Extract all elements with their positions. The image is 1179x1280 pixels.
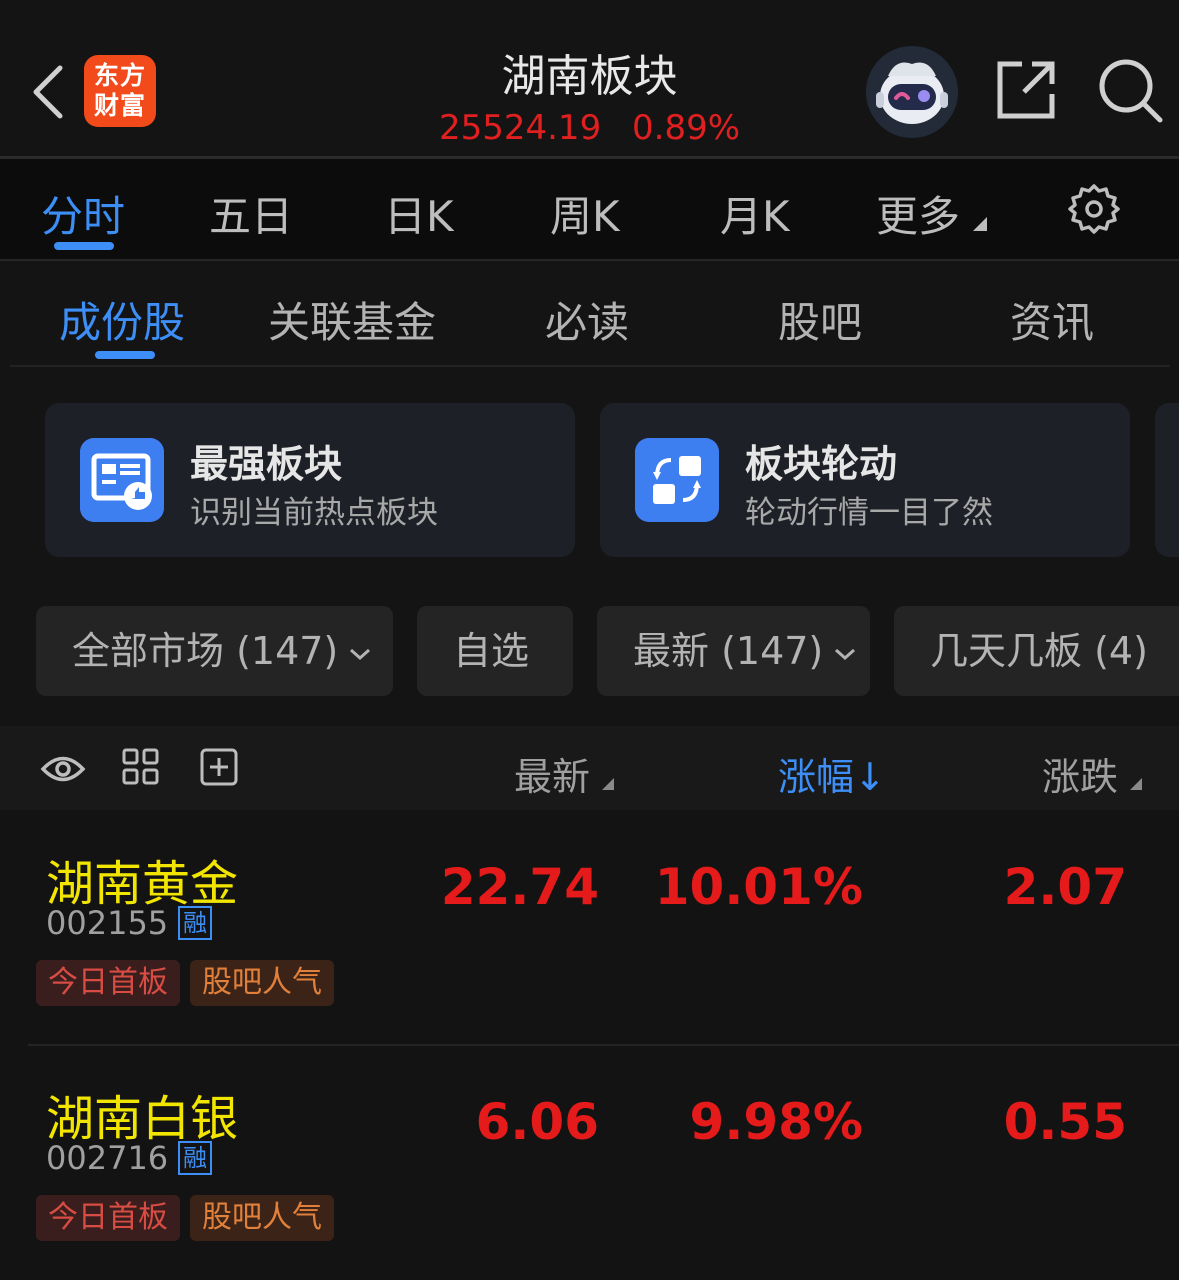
change-amount: 0.55	[1003, 1093, 1127, 1151]
sector-rotation-card[interactable]: 板块轮动 轮动行情一目了然	[600, 403, 1130, 557]
top-bar: 东方 财富 湖南板块 25524.19 0.89%	[0, 0, 1179, 158]
filter-label: 几天几板 (4)	[930, 629, 1148, 673]
content-tab-divider	[10, 365, 1170, 367]
tab-must-read[interactable]: 必读	[545, 289, 629, 350]
strongest-sector-card[interactable]: 最强板块 识别当前热点板块	[45, 403, 575, 557]
tab-intraday[interactable]: 分时	[41, 183, 125, 244]
tag-first-board[interactable]: 今日首板	[36, 960, 180, 1006]
column-change[interactable]: 涨跌	[1042, 746, 1143, 801]
chevron-down-icon	[835, 648, 856, 660]
tag-forum-popular[interactable]: 股吧人气	[190, 960, 334, 1006]
tag-forum-popular[interactable]: 股吧人气	[190, 1195, 334, 1241]
margin-badge: 融	[178, 906, 212, 940]
filter-all-markets[interactable]: 全部市场 (147)	[36, 606, 393, 696]
next-card-peek[interactable]	[1155, 403, 1179, 557]
stock-code: 002155	[46, 904, 169, 942]
change-amount: 2.07	[1003, 858, 1127, 916]
tab-constituents[interactable]: 成份股	[59, 289, 185, 350]
table-row[interactable]: 湖南黄金 002155 融 今日首板 股吧人气 22.74 10.01% 2.0…	[0, 812, 1179, 1046]
column-change-label: 涨跌	[1042, 755, 1119, 799]
filter-watchlist[interactable]: 自选	[417, 606, 573, 696]
card-title: 最强板块	[190, 442, 343, 486]
column-change-percent[interactable]: 涨幅↓	[778, 746, 886, 801]
margin-badge: 融	[178, 1141, 212, 1175]
add-watchlist-icon[interactable]	[200, 748, 238, 786]
index-change: 0.89%	[632, 108, 741, 148]
column-latest-label: 最新	[514, 755, 591, 799]
latest-price: 22.74	[440, 858, 599, 916]
tab-more-label: 更多	[876, 192, 961, 241]
table-header: 最新 涨幅↓ 涨跌	[0, 726, 1179, 810]
robot-assistant-icon[interactable]	[866, 46, 958, 138]
tab-forum[interactable]: 股吧	[778, 289, 862, 350]
filter-label: 自选	[453, 629, 530, 673]
settings-gear-icon[interactable]	[1068, 183, 1120, 235]
filter-latest[interactable]: 最新 (147)	[597, 606, 870, 696]
change-percent: 10.01%	[654, 858, 863, 916]
sector-rotation-icon	[635, 438, 719, 522]
active-tab-indicator	[54, 242, 114, 250]
latest-price: 6.06	[475, 1093, 599, 1151]
share-icon[interactable]	[994, 58, 1058, 122]
active-content-tab-indicator	[95, 351, 155, 359]
filter-consecutive-boards[interactable]: 几天几板 (4)	[894, 606, 1179, 696]
card-subtitle: 识别当前热点板块	[190, 495, 438, 531]
card-title: 板块轮动	[745, 442, 898, 486]
dropdown-corner-icon	[973, 217, 988, 231]
tab-five-day[interactable]: 五日	[209, 183, 293, 244]
row-divider	[28, 1044, 1179, 1046]
tab-related-funds[interactable]: 关联基金	[268, 289, 436, 350]
stock-code: 002716	[46, 1139, 169, 1177]
change-percent: 9.98%	[689, 1093, 863, 1151]
tab-more[interactable]: 更多	[876, 183, 988, 244]
sort-corner-icon	[602, 778, 615, 790]
index-value: 25524.19	[438, 108, 602, 148]
sort-corner-icon	[1130, 778, 1143, 790]
tab-daily-k[interactable]: 日K	[384, 183, 454, 244]
table-row[interactable]: 湖南白银 002716 融 今日首板 股吧人气 6.06 9.98% 0.55	[0, 1047, 1179, 1280]
filter-label: 最新 (147)	[633, 629, 824, 673]
search-icon[interactable]	[1096, 56, 1164, 124]
period-tab-bar: 分时 五日 日K 周K 月K 更多	[0, 159, 1179, 261]
eye-icon[interactable]	[40, 754, 86, 784]
strongest-sector-icon	[80, 438, 164, 522]
filter-label: 全部市场 (147)	[72, 629, 339, 673]
tab-news[interactable]: 资讯	[1010, 289, 1094, 350]
tab-monthly-k[interactable]: 月K	[720, 183, 790, 244]
chevron-down-icon	[350, 648, 371, 660]
grid-view-icon[interactable]	[122, 748, 160, 786]
column-latest[interactable]: 最新	[514, 746, 615, 801]
tag-first-board[interactable]: 今日首板	[36, 1195, 180, 1241]
card-subtitle: 轮动行情一目了然	[745, 495, 993, 531]
tab-weekly-k[interactable]: 周K	[550, 183, 620, 244]
content-tab-bar: 成份股 关联基金 必读 股吧 资讯	[0, 263, 1179, 367]
